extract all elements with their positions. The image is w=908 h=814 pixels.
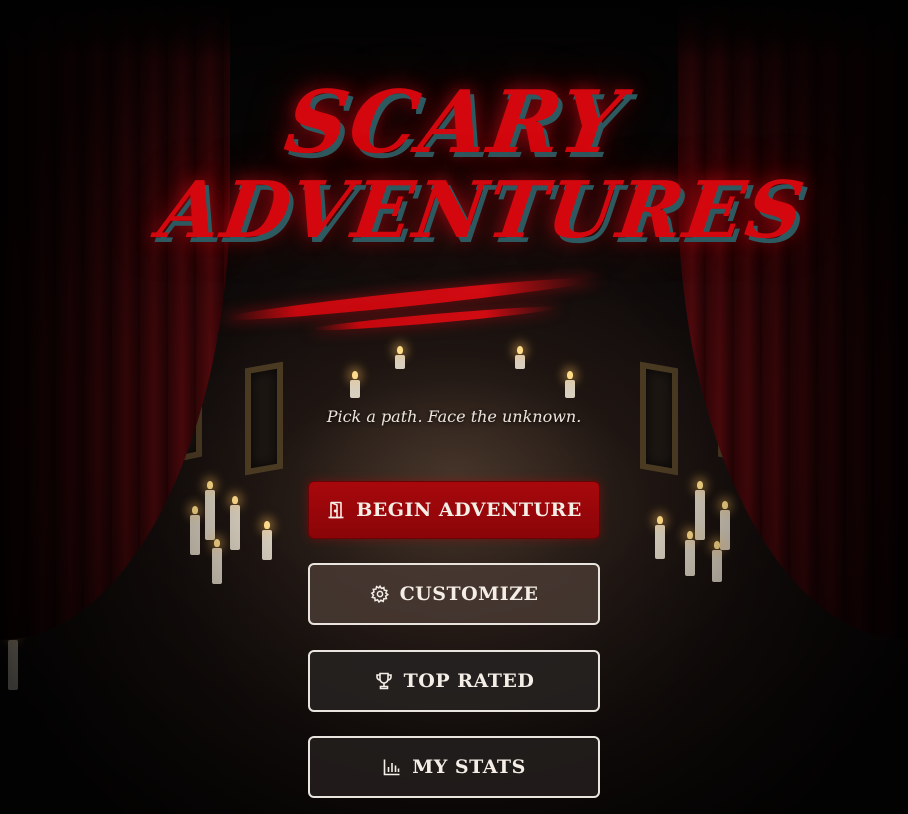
candle <box>720 501 730 550</box>
tagline: Pick a path. Face the unknown. <box>326 407 582 426</box>
gear-icon <box>370 584 390 604</box>
candle <box>190 506 200 555</box>
candle <box>655 516 665 559</box>
my-stats-label: MY STATS <box>412 756 526 778</box>
my-stats-button[interactable]: MY STATS <box>308 736 600 798</box>
candle <box>350 371 360 398</box>
candle <box>695 481 705 540</box>
top-rated-button[interactable]: TOP RATED <box>308 650 600 712</box>
begin-adventure-label: BEGIN ADVENTURE <box>356 499 582 521</box>
door-icon <box>326 500 346 520</box>
candle <box>515 346 525 369</box>
customize-button[interactable]: CUSTOMIZE <box>308 563 600 625</box>
ceiling-shadow <box>0 0 908 60</box>
candle <box>212 539 222 584</box>
candle <box>712 541 722 582</box>
title-screen: SCARY ADVENTURES Pick a path. Face the u… <box>0 0 908 814</box>
candle <box>262 521 272 560</box>
candle <box>8 631 18 690</box>
logo-title-line-2: ADVENTURES <box>153 165 812 256</box>
top-rated-label: TOP RATED <box>403 670 535 692</box>
trophy-icon <box>374 671 394 691</box>
candle <box>565 371 575 398</box>
begin-adventure-button[interactable]: BEGIN ADVENTURE <box>308 481 600 539</box>
candle <box>230 496 240 550</box>
game-logo: SCARY ADVENTURES <box>154 70 811 340</box>
candle <box>395 346 405 369</box>
candle <box>685 531 695 576</box>
logo-title-line-1: SCARY <box>279 72 631 173</box>
bar-chart-icon <box>382 757 402 777</box>
customize-label: CUSTOMIZE <box>399 583 539 605</box>
candle <box>205 481 215 540</box>
